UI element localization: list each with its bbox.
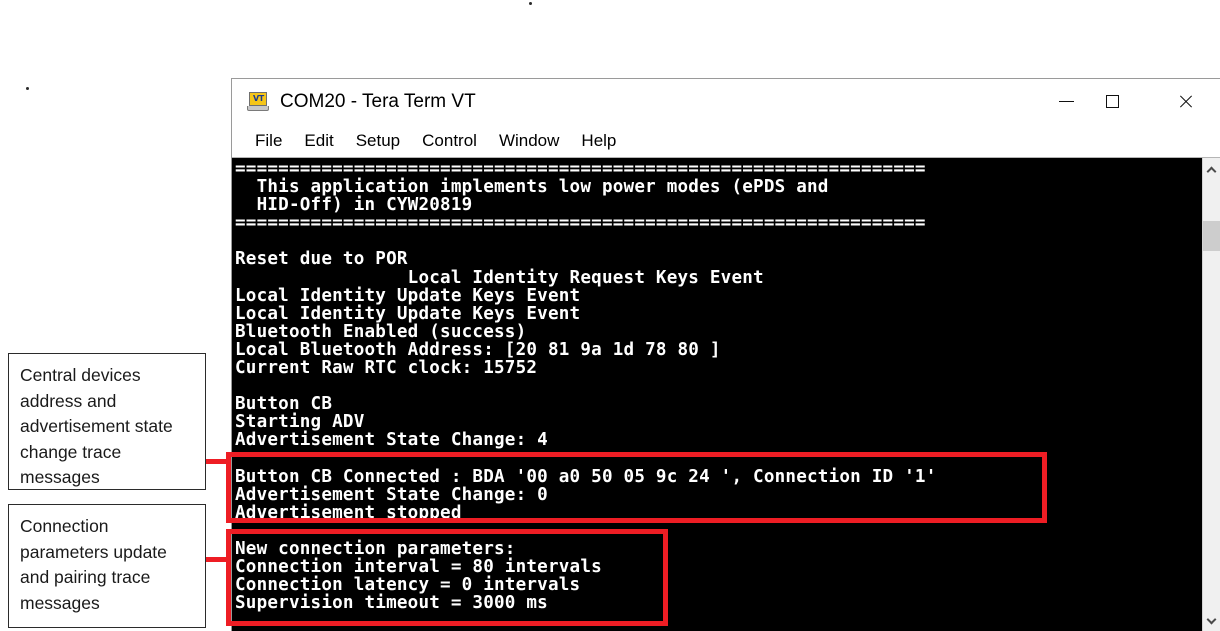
icon-vt-label: VT	[253, 93, 264, 103]
menu-item-setup[interactable]: Setup	[345, 129, 411, 153]
tera-term-vt-icon: VT	[247, 91, 269, 112]
terminal-line: Advertisement stopped	[235, 502, 462, 523]
terminal-line: Supervision timeout = 3000 ms	[235, 593, 548, 614]
maximize-icon	[1105, 95, 1119, 108]
tera-term-window: VT COM20 - Tera Term VT File Edit Setup …	[231, 78, 1220, 631]
minimize-button[interactable]	[1043, 79, 1089, 124]
chevron-up-icon	[1206, 166, 1217, 176]
terminal-line: Current Raw RTC clock: 15752	[235, 358, 538, 379]
terminal-line: ========================================…	[235, 213, 926, 234]
callout-1-line-1: Central devices	[20, 365, 141, 385]
window-title: COM20 - Tera Term VT	[280, 90, 476, 112]
close-icon	[1178, 94, 1193, 109]
terminal-line: Local Identity Request Keys Event	[235, 267, 764, 288]
terminal-line: Local Bluetooth Address: [20 81 9a 1d 78…	[235, 339, 721, 360]
terminal-line: Advertisement State Change: 0	[235, 484, 548, 505]
menu-item-help[interactable]: Help	[570, 129, 627, 153]
stray-dot-top	[529, 2, 532, 5]
menu-item-window[interactable]: Window	[488, 129, 570, 153]
callout-1-line-3: advertisement state	[20, 416, 173, 436]
window-titlebar[interactable]: VT COM20 - Tera Term VT	[232, 79, 1220, 124]
terminal-screen[interactable]: ========================================…	[232, 158, 1202, 631]
terminal-line: This application implements low power mo…	[235, 177, 829, 198]
terminal-body: ========================================…	[232, 157, 1220, 631]
terminal-line: Local Identity Update Keys Event	[235, 303, 581, 324]
terminal-output: ========================================…	[234, 160, 1202, 612]
menu-bar: File Edit Setup Control Window Help	[232, 124, 1220, 157]
minimize-icon	[1058, 101, 1074, 102]
callout-2-line-3: and pairing trace	[20, 567, 151, 587]
chevron-down-icon	[1206, 614, 1217, 624]
terminal-line: Button CB	[235, 394, 333, 415]
callout-2-line-2: parameters update	[20, 541, 167, 562]
maximize-button[interactable]	[1089, 79, 1135, 124]
icon-screen: VT	[249, 91, 267, 106]
callout-connection-params-note: Connection parameters update and pairing…	[8, 504, 206, 628]
vertical-scrollbar[interactable]	[1202, 158, 1220, 631]
callout-2-line-1: Connection	[20, 516, 109, 536]
terminal-line: Button CB Connected : BDA '00 a0 50 05 9…	[235, 466, 937, 487]
scroll-down-button[interactable]	[1203, 611, 1220, 630]
close-button[interactable]	[1162, 79, 1208, 124]
menu-item-control[interactable]: Control	[411, 129, 488, 153]
scrollbar-thumb[interactable]	[1203, 221, 1220, 251]
scroll-up-button[interactable]	[1203, 160, 1220, 179]
menu-item-edit[interactable]: Edit	[293, 129, 344, 153]
screenshot-root: VT COM20 - Tera Term VT File Edit Setup …	[0, 0, 1220, 631]
terminal-line: Reset due to POR	[235, 249, 408, 270]
terminal-line: Local Identity Update Keys Event	[235, 285, 581, 306]
terminal-line: Connection latency = 0 intervals	[235, 575, 581, 596]
terminal-line: New connection parameters:	[235, 538, 516, 559]
terminal-line: Starting ADV	[235, 412, 365, 433]
terminal-line: HID-Off) in CYW20819	[235, 195, 473, 216]
terminal-line: ========================================…	[235, 159, 926, 179]
menu-item-file[interactable]: File	[244, 129, 293, 153]
callout-1-line-4: change trace	[20, 441, 122, 462]
stray-dot-left	[26, 87, 29, 90]
callout-central-device-note: Central devices address and advertisemen…	[8, 353, 206, 490]
terminal-line: Bluetooth Enabled (success)	[235, 321, 527, 342]
callout-2-line-4: messages	[20, 592, 100, 613]
callout-1-line-2: address and	[20, 390, 117, 411]
terminal-line: Advertisement State Change: 4	[235, 430, 548, 451]
icon-base	[247, 105, 269, 111]
callout-1-line-5: messages	[20, 467, 100, 487]
terminal-line: Connection interval = 80 intervals	[235, 557, 602, 578]
